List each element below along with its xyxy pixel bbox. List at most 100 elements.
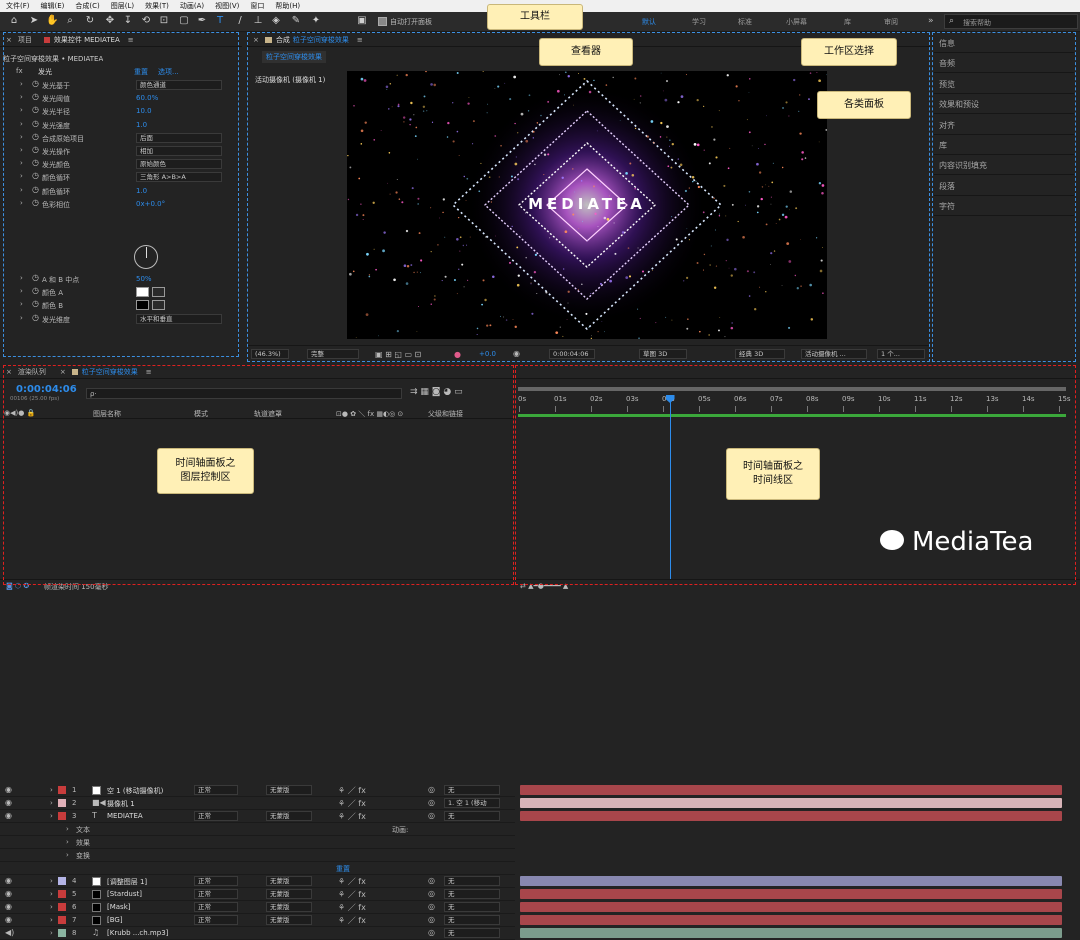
switch-icons[interactable]: ⚘ ／ fx: [338, 902, 366, 913]
stopwatch-icon[interactable]: ◷: [32, 313, 39, 322]
renderer-select[interactable]: 经典 3D: [735, 349, 785, 359]
layer-duration-bar[interactable]: [520, 798, 1062, 808]
panel-menu-icon[interactable]: ≡: [146, 368, 152, 376]
expand-arrow-icon[interactable]: ›: [50, 786, 53, 794]
expand-arrow-icon[interactable]: ›: [50, 877, 53, 885]
effect-param-value[interactable]: 60.0%: [136, 94, 158, 102]
layer-name[interactable]: MEDIATEA: [107, 812, 189, 820]
parent-select[interactable]: 无: [444, 928, 500, 938]
roto-tool-icon[interactable]: ✎: [290, 15, 302, 27]
animate-label[interactable]: 动画:: [392, 825, 408, 835]
glow-reset-link[interactable]: 重置: [134, 67, 148, 77]
effect-param-value[interactable]: 0x+0.0°: [136, 200, 165, 208]
expand-arrow-icon[interactable]: ›: [20, 133, 23, 141]
expand-arrow-icon[interactable]: ›: [50, 812, 53, 820]
stopwatch-icon[interactable]: ◷: [32, 171, 39, 180]
workspace-tab-3[interactable]: 小屏幕: [786, 17, 807, 27]
current-timecode[interactable]: 0:00:04:06: [16, 384, 77, 395]
layer-duration-bar[interactable]: [520, 785, 1062, 795]
menu-item-5[interactable]: 动画(A): [180, 1, 204, 11]
visibility-eye-icon[interactable]: ◉: [5, 798, 12, 807]
phase-dial[interactable]: [134, 245, 158, 269]
expand-arrow-icon[interactable]: ›: [20, 159, 23, 167]
workspace-tab-2[interactable]: 标准: [738, 17, 752, 27]
blend-mode-select[interactable]: 正常: [194, 785, 238, 795]
layer-row[interactable]: ◉ › 5 [Stardust] 正常 无蒙版 ⚘ ／ fx ◎ 无: [0, 888, 515, 901]
exposure-value[interactable]: +0.0: [479, 350, 496, 358]
expand-arrow-icon[interactable]: ›: [50, 799, 53, 807]
transform-reset-link[interactable]: 重置: [336, 864, 350, 874]
expand-arrow-icon[interactable]: ›: [20, 172, 23, 180]
expand-arrow-icon[interactable]: ›: [20, 274, 23, 282]
panel-item-3[interactable]: 效果和预设: [934, 94, 1074, 115]
stopwatch-icon[interactable]: ◷: [32, 286, 39, 295]
close-icon[interactable]: ×: [6, 36, 12, 44]
parent-pickwhip-icon[interactable]: ◎: [428, 902, 435, 911]
work-area-bar[interactable]: [518, 387, 1066, 391]
playhead[interactable]: [665, 395, 675, 585]
region-icon[interactable]: ▣ ⊞ ◱ ▭ ⊡: [375, 350, 421, 359]
layer-row[interactable]: ◉ › 6 [Mask] 正常 无蒙版 ⚘ ／ fx ◎ 无: [0, 901, 515, 914]
expand-arrow-icon[interactable]: ›: [20, 287, 23, 295]
panel-item-7[interactable]: 段落: [934, 176, 1074, 196]
parent-pickwhip-icon[interactable]: ◎: [428, 928, 435, 937]
stopwatch-icon[interactable]: ◷: [32, 198, 39, 207]
parent-pickwhip-icon[interactable]: ◎: [428, 876, 435, 885]
label-color-chip[interactable]: [58, 916, 66, 924]
visibility-eye-icon[interactable]: ◉: [5, 785, 12, 794]
puppet-tool-icon[interactable]: ✦: [310, 15, 322, 27]
switch-icons[interactable]: ⚘ ／ fx: [338, 798, 366, 809]
clone-tool-icon[interactable]: ⊥: [252, 15, 264, 27]
track-matte-select[interactable]: 无蒙版: [266, 785, 312, 795]
composition-canvas[interactable]: MEDIATEA: [347, 71, 827, 339]
expand-arrow-icon[interactable]: ›: [20, 300, 23, 308]
menu-item-3[interactable]: 图层(L): [111, 1, 134, 11]
type-tool-icon[interactable]: T: [214, 15, 226, 27]
rect-tool-icon[interactable]: ▢: [178, 15, 190, 27]
tab-timeline-comp[interactable]: 粒子空间穿梭效果: [82, 367, 138, 377]
expand-arrow-icon[interactable]: ›: [66, 825, 69, 833]
menu-item-7[interactable]: 窗口: [250, 1, 264, 11]
expand-arrow-icon[interactable]: ›: [20, 106, 23, 114]
color-swatch[interactable]: [136, 287, 149, 298]
expand-arrow-icon[interactable]: ›: [50, 903, 53, 911]
switch-icons[interactable]: ⚘ ／ fx: [338, 811, 366, 822]
expand-arrow-icon[interactable]: ›: [66, 851, 69, 859]
viewer-timecode[interactable]: 0:00:04:06: [549, 349, 595, 359]
expand-arrow-icon[interactable]: ›: [20, 146, 23, 154]
dolly-tool-icon[interactable]: ↧: [122, 15, 134, 27]
panel-item-8[interactable]: 字符: [934, 196, 1074, 217]
zoom-select[interactable]: (46.3%): [251, 349, 289, 359]
layer-duration-bar[interactable]: [520, 889, 1062, 899]
anchor-tool-icon[interactable]: ⊡: [158, 15, 170, 27]
stopwatch-icon[interactable]: ◷: [32, 185, 39, 194]
layer-name[interactable]: [Krubb ...ch.mp3]: [107, 929, 189, 937]
switch-icons[interactable]: ⚘ ／ fx: [338, 915, 366, 926]
effect-param-select[interactable]: 三角形 A>B>A: [136, 172, 222, 183]
workspace-tab-1[interactable]: 学习: [692, 17, 706, 27]
tab-render-queue[interactable]: 渲染队列: [18, 367, 46, 377]
parent-pickwhip-icon[interactable]: ◎: [428, 811, 435, 820]
parent-select[interactable]: 1. 空 1 (移动: [444, 798, 500, 808]
layer-name[interactable]: [BG]: [107, 916, 189, 924]
menu-item-6[interactable]: 视图(V): [215, 1, 239, 11]
pen-tool-icon[interactable]: ✒: [196, 15, 208, 27]
parent-select[interactable]: 无: [444, 889, 500, 899]
eyedropper-icon[interactable]: [152, 287, 165, 298]
expand-arrow-icon[interactable]: ›: [20, 80, 23, 88]
panel-item-2[interactable]: 预览: [934, 74, 1074, 94]
effect-param-select[interactable]: 后面: [136, 132, 222, 143]
expand-arrow-icon[interactable]: ›: [50, 916, 53, 924]
visibility-eye-icon[interactable]: ◉: [5, 889, 12, 898]
blend-mode-select[interactable]: 正常: [194, 915, 238, 925]
stopwatch-icon[interactable]: ◷: [32, 105, 39, 114]
track-matte-select[interactable]: 无蒙版: [266, 915, 312, 925]
expand-arrow-icon[interactable]: ›: [20, 199, 23, 207]
effect-param-select[interactable]: 原始颜色: [136, 159, 222, 170]
label-color-chip[interactable]: [58, 890, 66, 898]
close-icon[interactable]: ×: [253, 36, 259, 44]
layer-name[interactable]: 摄像机 1: [107, 799, 189, 809]
expand-arrow-icon[interactable]: ›: [20, 186, 23, 194]
switch-icons[interactable]: ⚘ ／ fx: [338, 876, 366, 887]
workspace-tab-0[interactable]: 默认: [642, 17, 656, 27]
